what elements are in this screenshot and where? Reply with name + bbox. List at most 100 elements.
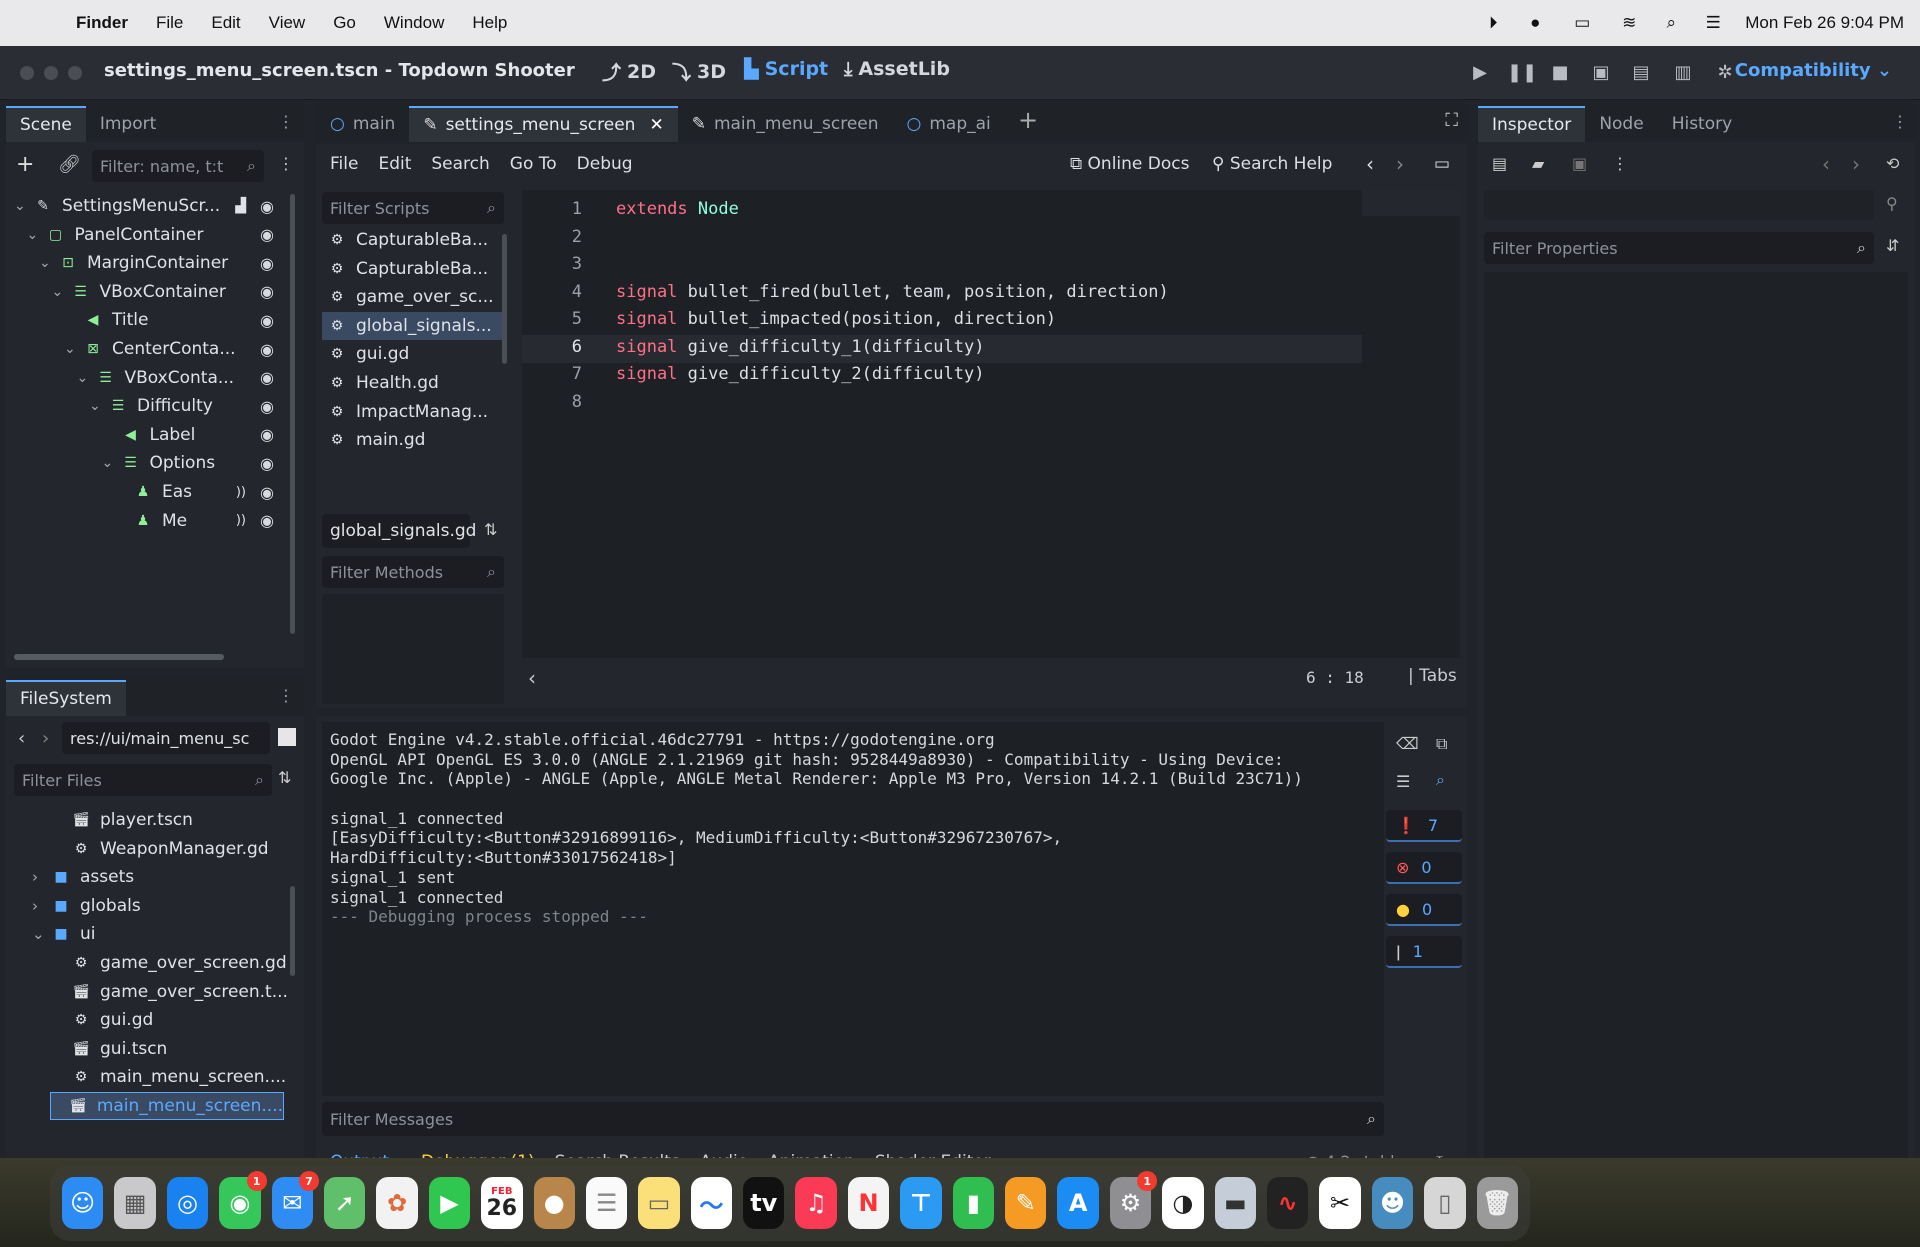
fullscreen-icon[interactable]: ⛶	[1445, 110, 1458, 131]
inspector-options-icon[interactable]: ⇵	[1886, 236, 1899, 255]
play-icon[interactable]: ▶	[1467, 60, 1493, 86]
file-item[interactable]: 🎬︎ game_over_screen.t...	[6, 978, 292, 1006]
apple-tv-icon[interactable]: tv	[743, 1177, 785, 1229]
script-item[interactable]: ⚙ game_over_sc...	[322, 283, 502, 311]
scene-node[interactable]: ⌄ ▢ PanelContainer ◉	[6, 221, 292, 249]
code-line[interactable]: 6 signal give_difficulty_1(difficulty)	[522, 334, 1169, 362]
signal-icon[interactable]: ))	[236, 485, 246, 500]
maps-icon[interactable]: ➚	[323, 1177, 366, 1229]
contacts-icon[interactable]: ●	[533, 1177, 575, 1229]
chevron-down-icon[interactable]: ⌄	[32, 925, 46, 943]
code-line[interactable]: 1 extends Node	[522, 196, 1169, 224]
menu-window[interactable]: Window	[384, 13, 444, 33]
code-line[interactable]: 4 signal bullet_fired(bullet, team, posi…	[522, 279, 1169, 307]
notes-icon[interactable]: ▭	[638, 1177, 680, 1229]
close-tab-icon[interactable]: ✕	[649, 115, 663, 135]
scene-node[interactable]: ⌄ ☰ VBoxContainer ◉	[6, 278, 292, 306]
visibility-icon[interactable]: ◉	[260, 454, 274, 473]
code-area[interactable]: 1 extends Node 2 3 4 signal bullet_fired(…	[522, 190, 1460, 658]
safari-icon[interactable]: ◎	[166, 1177, 209, 1229]
chevron-down-icon[interactable]: ⌄	[102, 455, 116, 471]
scene-node[interactable]: ⌄ ☰ VBoxConta... ◉	[6, 364, 292, 392]
file-item[interactable]: 🎬︎ main_menu_screen....	[50, 1092, 284, 1120]
mode-script-button[interactable]: ▙ Script	[744, 58, 828, 80]
editor-tab[interactable]: ○ map_ai	[893, 106, 1005, 142]
scene-node[interactable]: ♟ Eas)) ◉	[6, 478, 292, 506]
script-menu-edit[interactable]: Edit	[378, 154, 411, 174]
more-options-icon[interactable]: ⋮	[1612, 154, 1628, 173]
new-tab-icon[interactable]: +	[1018, 106, 1038, 134]
app-store-icon[interactable]: A	[1057, 1177, 1099, 1229]
indent-mode[interactable]: | Tabs	[1408, 666, 1457, 686]
file-item[interactable]: ⌄ ■ ui	[6, 920, 292, 948]
keynote-icon[interactable]: ⊤	[900, 1177, 942, 1229]
save-icon[interactable]: ▣	[1572, 154, 1587, 173]
visibility-icon[interactable]: ◉	[260, 282, 274, 301]
file-list-scrollbar[interactable]	[290, 886, 295, 976]
menu-edit[interactable]: Edit	[211, 13, 240, 33]
scene-node[interactable]: ⌄ ☰ Difficulty ◉	[6, 392, 292, 420]
code-line[interactable]: 2	[522, 224, 1169, 252]
control-center-icon[interactable]: ☰	[1703, 13, 1723, 33]
wifi-icon[interactable]: ≋	[1619, 13, 1639, 33]
calendar-icon[interactable]: FEB 26	[481, 1177, 523, 1229]
user-icon[interactable]: ●	[1525, 13, 1545, 33]
tab-filesystem[interactable]: FileSystem	[6, 680, 126, 716]
screen-record-icon[interactable]: ⏵	[1483, 13, 1503, 33]
script-item[interactable]: ⚙ gui.gd	[322, 340, 502, 368]
object-selector[interactable]	[1484, 190, 1874, 220]
menu-file[interactable]: File	[156, 13, 183, 33]
visibility-icon[interactable]: ◉	[260, 225, 274, 244]
file-item[interactable]: ⚙ main_menu_screen....	[6, 1063, 292, 1091]
message-filter-input[interactable]: Filter Messages ⌕	[322, 1102, 1384, 1136]
visibility-icon[interactable]: ◉	[260, 511, 274, 530]
chevron-down-icon[interactable]: ⌄	[52, 284, 66, 300]
sort-methods-icon[interactable]: ⇅	[484, 520, 497, 539]
path-field[interactable]: res://ui/main_menu_sc	[62, 722, 270, 754]
file-item[interactable]: ⚙ game_over_screen.gd	[6, 949, 292, 977]
pages-icon[interactable]: ✎	[1005, 1177, 1047, 1229]
visibility-icon[interactable]: ◉	[260, 340, 274, 359]
battery-icon[interactable]: ▭	[1567, 13, 1597, 33]
file-item[interactable]: 🎬︎ player.tscn	[6, 806, 292, 834]
editor-tab[interactable]: ○ main	[316, 106, 409, 142]
visibility-icon[interactable]: ◉	[260, 483, 274, 502]
prev-script-icon[interactable]: ‹	[1366, 152, 1374, 176]
visibility-icon[interactable]: ◉	[260, 311, 274, 330]
scene-node[interactable]: ♟ Me)) ◉	[6, 507, 292, 535]
finder-icon[interactable]: ☺	[62, 1177, 104, 1229]
tab-history[interactable]: History	[1658, 106, 1746, 142]
file-item[interactable]: ⚙ WeaponManager.gd	[6, 835, 292, 863]
scene-node[interactable]: ◀ Label ◉	[6, 421, 292, 449]
music-icon[interactable]: ♫	[795, 1177, 837, 1229]
file-item[interactable]: › ■ globals	[6, 892, 292, 920]
script-item[interactable]: ⚙ CapturableBa...	[322, 255, 502, 283]
dock-menu-icon[interactable]: ⋮	[278, 686, 294, 705]
chevron-down-icon[interactable]: ⌄	[27, 227, 41, 243]
capcut-icon[interactable]: ✂	[1319, 1177, 1361, 1229]
menu-finder[interactable]: Finder	[76, 13, 128, 33]
mail-icon[interactable]: ✉ 7	[271, 1171, 319, 1229]
game-app-icon[interactable]: ◑	[1162, 1177, 1204, 1229]
play-custom-scene-icon[interactable]: ▥	[1670, 60, 1696, 86]
mode-2d-button[interactable]: ⤴ 2D	[602, 58, 656, 85]
history-back-icon[interactable]: ‹	[1822, 152, 1830, 176]
copy-output-icon[interactable]: ⧉	[1436, 734, 1447, 754]
file-item[interactable]: 🎬︎ gui.tscn	[6, 1035, 292, 1063]
script-list-scrollbar[interactable]	[502, 234, 507, 364]
sort-icon[interactable]: ⇅	[278, 768, 291, 787]
new-resource-icon[interactable]: ▤	[1492, 154, 1507, 173]
script-item[interactable]: ⚙ global_signals...	[322, 311, 502, 340]
method-filter-input[interactable]: Filter Methods ⌕	[322, 556, 504, 588]
scene-tree-scrollbar[interactable]	[14, 654, 224, 660]
scene-node[interactable]: ⌄ ✎ SettingsMenuScr... ▟ ◉	[6, 192, 292, 220]
script-item[interactable]: ⚙ ImpactManag...	[322, 398, 502, 426]
chevron-right-icon[interactable]: ›	[32, 897, 46, 915]
history-forward-icon[interactable]: ›	[1852, 152, 1860, 176]
error-count-toggle[interactable]: ⊗ 0	[1386, 852, 1462, 884]
code-minimap[interactable]	[1362, 190, 1460, 216]
menu-go[interactable]: Go	[333, 13, 356, 33]
attached-script-icon[interactable]: ▟	[235, 198, 246, 214]
message-count-toggle[interactable]: ❗ 7	[1386, 810, 1462, 842]
scene-filter-input[interactable]: Filter: name, t:t ⌕	[92, 150, 264, 182]
